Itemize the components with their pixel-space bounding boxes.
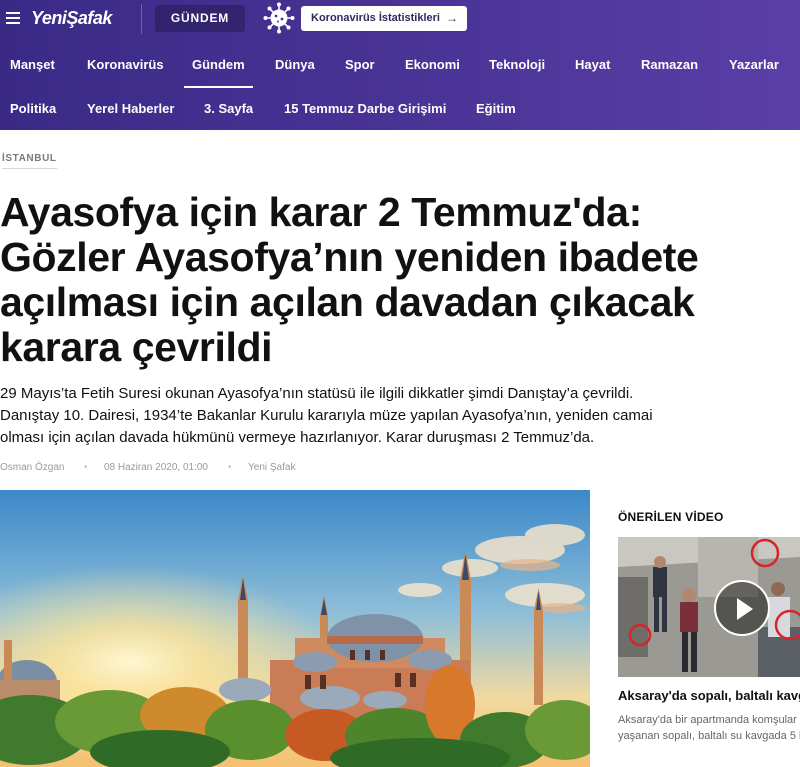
main-nav: Manşet Koronavirüs Gündem Dünya Spor Eko…: [0, 50, 800, 88]
cctv-frame: [618, 537, 800, 677]
video-headline[interactable]: Aksaray'da sopalı, baltalı kavga: [618, 688, 800, 703]
nav-item-egitim[interactable]: Eğitim: [476, 94, 516, 124]
headline-line: Ayasofya için karar 2 Temmuz'da:: [0, 189, 642, 235]
play-icon[interactable]: [714, 580, 770, 636]
meta-separator: •: [84, 462, 88, 473]
video-desc-line: Aksaray'da bir apartmanda komşular a: [618, 714, 800, 726]
meta-separator: •: [228, 462, 232, 473]
headline-line: Gözler Ayasofya’nın yeniden ibadete: [0, 234, 699, 280]
arrow-right-icon: →: [446, 11, 458, 25]
nav-item-15-temmuz[interactable]: 15 Temmuz Darbe Girişimi: [284, 94, 446, 124]
site-header: YeniŞafak GÜNDEM Koronavirüs İstatistikl…: [0, 0, 800, 130]
article-summary: 29 Mayıs’ta Fetih Suresi okunan Ayasofya…: [0, 383, 800, 449]
headline-line: karara çevrildi: [0, 324, 273, 370]
video-thumbnail[interactable]: [618, 537, 800, 677]
summary-line: olması için açılan davada hükmünü vermey…: [0, 429, 595, 446]
article-headline: Ayasofya için karar 2 Temmuz'da: Gözler …: [0, 190, 800, 370]
top-bar: YeniŞafak GÜNDEM Koronavirüs İstatistikl…: [0, 0, 800, 40]
nav-item-teknoloji[interactable]: Teknoloji: [489, 50, 545, 80]
category-tag[interactable]: İSTANBUL: [2, 153, 57, 169]
nav-item-yerel-haberler[interactable]: Yerel Haberler: [87, 94, 174, 124]
nav-item-manset[interactable]: Manşet: [10, 50, 55, 80]
secondary-nav: Politika Yerel Haberler 3. Sayfa 15 Temm…: [0, 94, 800, 124]
hero-image[interactable]: [0, 490, 590, 767]
source-name: Yeni Şafak: [248, 462, 296, 473]
site-logo[interactable]: YeniŞafak: [31, 8, 112, 29]
video-description: Aksaray'da bir apartmanda komşular a yaş…: [618, 712, 800, 744]
summary-line: Danıştay 10. Dairesi, 1934’te Bakanlar K…: [0, 407, 653, 424]
section-badge[interactable]: GÜNDEM: [155, 5, 245, 32]
nav-item-hayat[interactable]: Hayat: [575, 50, 610, 80]
stats-button-label: Koronavirüs İstatistikleri: [311, 12, 440, 24]
coronavirus-icon: [263, 2, 295, 34]
nav-item-politika[interactable]: Politika: [10, 94, 56, 124]
coronavirus-stats-button[interactable]: Koronavirüs İstatistikleri →: [301, 6, 467, 31]
headline-line: açılması için açılan davadan çıkacak: [0, 279, 695, 325]
hagia-sophia-photo: [0, 490, 590, 767]
logo-divider: [141, 4, 142, 34]
recommended-video-title: ÖNERİLEN VİDEO: [618, 510, 724, 524]
author-name[interactable]: Osman Özgan: [0, 462, 64, 473]
publish-date: 08 Haziran 2020, 01:00: [104, 462, 208, 473]
nav-item-dunya[interactable]: Dünya: [275, 50, 315, 80]
summary-line: 29 Mayıs’ta Fetih Suresi okunan Ayasofya…: [0, 385, 634, 402]
menu-icon[interactable]: [6, 12, 20, 24]
nav-item-gundem[interactable]: Gündem: [184, 50, 253, 88]
nav-item-koronavirus[interactable]: Koronavirüs: [87, 50, 164, 80]
video-desc-line: yaşanan sopalı, baltalı su kavgada 5 ki: [618, 730, 800, 742]
nav-item-ekonomi[interactable]: Ekonomi: [405, 50, 460, 80]
nav-item-spor[interactable]: Spor: [345, 50, 375, 80]
nav-item-yazarlar[interactable]: Yazarlar: [729, 50, 779, 80]
nav-item-ramazan[interactable]: Ramazan: [641, 50, 698, 80]
nav-item-3-sayfa[interactable]: 3. Sayfa: [204, 94, 253, 124]
